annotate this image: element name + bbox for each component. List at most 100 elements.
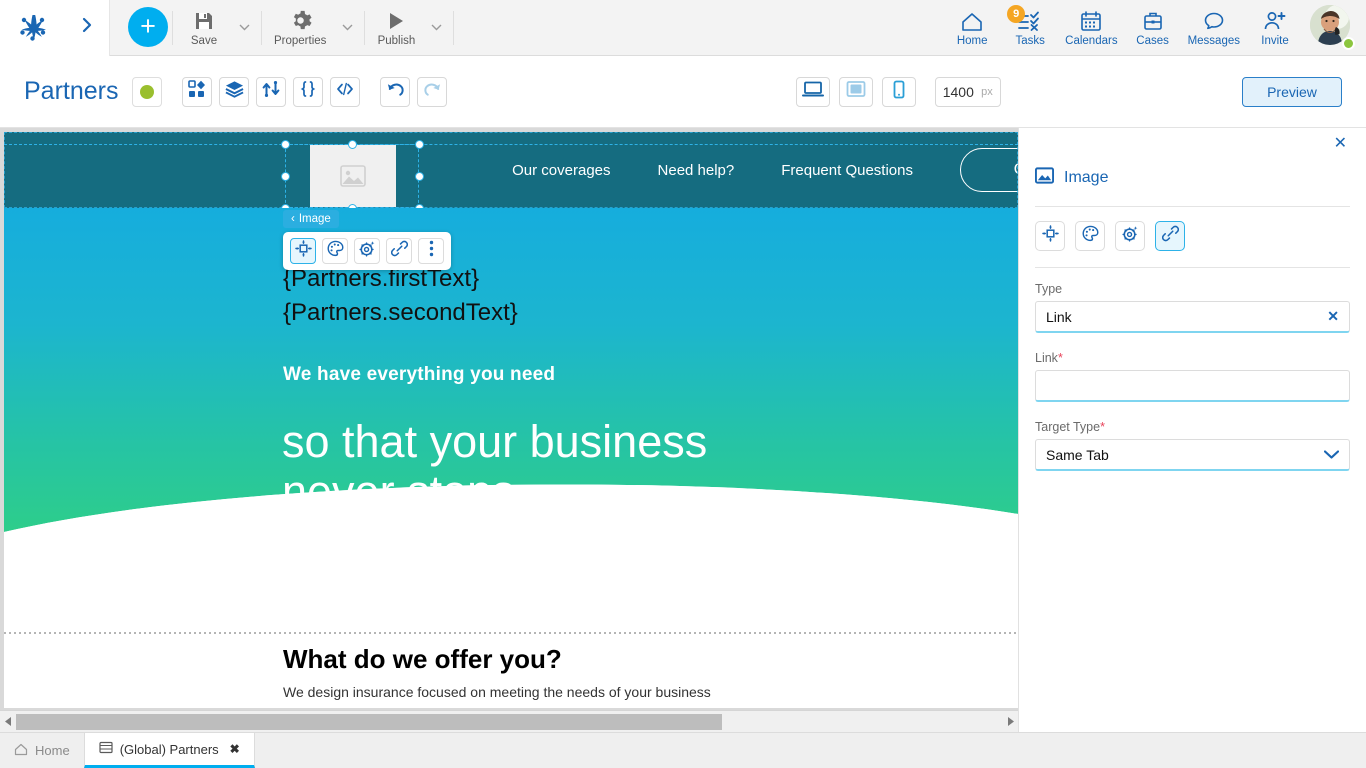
scroll-thumb[interactable] xyxy=(16,713,722,730)
redo-icon xyxy=(423,80,442,103)
type-clear-icon[interactable]: ✕ xyxy=(1327,308,1339,325)
ctx-link-button[interactable] xyxy=(386,238,412,264)
bottom-tab-home[interactable]: Home xyxy=(0,733,84,768)
ctx-move-resize-button[interactable] xyxy=(290,238,316,264)
nav-home-label: Home xyxy=(956,35,988,47)
panel-tab-move-resize[interactable] xyxy=(1035,221,1065,251)
avatar[interactable] xyxy=(1310,4,1356,51)
nav-cases[interactable]: Cases xyxy=(1124,0,1182,56)
resize-handle-n[interactable] xyxy=(348,140,357,149)
curly-braces-icon xyxy=(299,80,317,103)
calendar-icon xyxy=(1080,8,1102,32)
save-label: Save xyxy=(190,34,218,47)
panel-tab-link[interactable] xyxy=(1155,221,1185,251)
layers-icon xyxy=(225,80,244,103)
nav-calendars[interactable]: Calendars xyxy=(1059,0,1123,56)
save-button[interactable]: Save xyxy=(177,0,231,56)
undo-icon xyxy=(386,80,405,103)
components-button[interactable] xyxy=(182,76,213,107)
toolbar-divider xyxy=(261,10,262,45)
properties-button[interactable]: Properties xyxy=(266,0,334,56)
save-disk-icon xyxy=(193,9,215,33)
bottom-tab-home-label: Home xyxy=(35,743,70,758)
selection-toolbar xyxy=(283,232,451,270)
site-navbar[interactable]: Our coverages Need help? Frequent Questi… xyxy=(4,132,1018,213)
move-resize-icon xyxy=(1041,225,1059,247)
redo-button[interactable] xyxy=(417,76,448,107)
panel-divider xyxy=(1035,267,1350,268)
page-icon xyxy=(99,741,113,757)
toolbar-divider xyxy=(364,10,366,45)
preview-button[interactable]: Preview xyxy=(1242,77,1342,107)
link-input[interactable] xyxy=(1035,370,1350,402)
page-canvas[interactable]: Our coverages Need help? Frequent Questi… xyxy=(4,132,1018,708)
gear-sparkle-icon xyxy=(358,240,376,262)
scroll-right-arrow-icon[interactable] xyxy=(1002,711,1018,733)
undo-button[interactable] xyxy=(380,76,411,107)
top-toolbar: + Save Properties Publish Home 9 Tasks C… xyxy=(0,0,1366,56)
properties-panel: ✕ Image Type Link ✕ Link* Target Type* S… xyxy=(1018,128,1366,732)
panel-tab-settings[interactable] xyxy=(1115,221,1145,251)
type-value: Link xyxy=(1046,308,1072,325)
properties-group: Properties xyxy=(266,0,360,56)
resize-handle-w[interactable] xyxy=(281,172,290,181)
ctx-settings-button[interactable] xyxy=(354,238,380,264)
tablet-icon xyxy=(845,80,867,103)
presence-dot xyxy=(1342,36,1355,50)
briefcase-icon xyxy=(1142,8,1164,32)
device-desktop-button[interactable] xyxy=(795,76,830,107)
canvas-hscrollbar[interactable] xyxy=(0,710,1018,732)
canvas-area[interactable]: Our coverages Need help? Frequent Questi… xyxy=(0,128,1018,732)
device-tablet-button[interactable] xyxy=(838,76,873,107)
field-link-label: Link* xyxy=(1035,351,1350,365)
resize-handle-nw[interactable] xyxy=(281,140,290,149)
data-flow-icon xyxy=(262,80,280,103)
token-block[interactable]: {Partners.firstText} {Partners.secondTex… xyxy=(283,262,518,330)
bottom-tab-partners[interactable]: (Global) Partners ✖ xyxy=(83,733,255,768)
nav-home[interactable]: Home xyxy=(943,0,1001,56)
bottom-tab-close-icon[interactable]: ✖ xyxy=(230,742,240,756)
save-group: Save xyxy=(177,0,257,56)
resize-handle-e[interactable] xyxy=(415,172,424,181)
scroll-track[interactable] xyxy=(16,711,1002,733)
code-button[interactable] xyxy=(330,76,361,107)
gear-icon xyxy=(289,9,312,33)
global-nav: Home 9 Tasks Calendars Cases Messages In… xyxy=(943,0,1366,56)
device-switcher: 1400 px xyxy=(795,76,1001,107)
anchor-logo-icon xyxy=(16,11,50,45)
nav-tasks[interactable]: 9 Tasks xyxy=(1001,0,1059,56)
canvas-width-input[interactable]: 1400 px xyxy=(934,76,1001,107)
data-flow-button[interactable] xyxy=(256,76,287,107)
variables-button[interactable] xyxy=(293,76,324,107)
device-mobile-button[interactable] xyxy=(881,76,916,107)
canvas-width-unit: px xyxy=(981,85,993,98)
nav-invite[interactable]: Invite xyxy=(1246,0,1304,56)
layers-button[interactable] xyxy=(219,76,250,107)
panel-close-button[interactable]: ✕ xyxy=(1334,136,1347,152)
offer-subtitle: We design insurance focused on meeting t… xyxy=(283,684,711,700)
publish-dropdown-caret[interactable] xyxy=(423,0,449,56)
field-type-label: Type xyxy=(1035,282,1063,296)
save-dropdown-caret[interactable] xyxy=(231,0,257,56)
status-badge[interactable] xyxy=(132,76,163,107)
publish-button[interactable]: Publish xyxy=(369,0,423,56)
ctx-more-button[interactable] xyxy=(418,238,444,264)
chevron-right-icon[interactable] xyxy=(81,17,93,38)
scroll-left-arrow-icon[interactable] xyxy=(0,711,16,733)
target-type-select[interactable]: Same Tab xyxy=(1035,439,1350,471)
tasks-badge: 9 xyxy=(1007,4,1026,23)
target-type-value: Same Tab xyxy=(1046,446,1109,463)
panel-tab-style[interactable] xyxy=(1075,221,1105,251)
properties-dropdown-caret[interactable] xyxy=(334,0,360,56)
selection-breadcrumb[interactable]: ‹ Image xyxy=(283,210,339,228)
chevron-down-icon[interactable] xyxy=(1324,450,1339,459)
nav-messages[interactable]: Messages xyxy=(1182,0,1246,56)
panel-tab-strip xyxy=(1035,221,1350,251)
field-link-label-text: Link xyxy=(1035,351,1058,365)
type-select[interactable]: Link ✕ xyxy=(1035,301,1350,333)
add-button[interactable]: + xyxy=(128,6,168,47)
palette-icon xyxy=(1082,225,1099,247)
ctx-style-button[interactable] xyxy=(322,238,348,264)
resize-handle-ne[interactable] xyxy=(415,140,424,149)
nav-tasks-label: Tasks xyxy=(1015,35,1045,47)
